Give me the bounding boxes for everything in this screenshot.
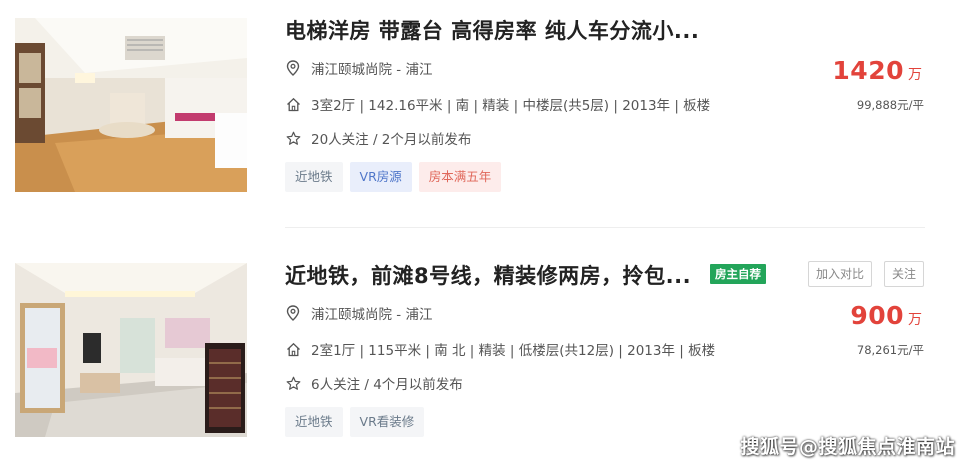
follow-text: 20人关注 / 2个月以前发布: [311, 132, 472, 148]
price-value: 900: [850, 301, 904, 330]
location-text: 浦江颐城尚院 - 浦江: [311, 62, 433, 78]
listing-title[interactable]: 电梯洋房 带露台 高得房率 纯人车分流小...: [285, 15, 699, 45]
listing-location[interactable]: 浦江颐城尚院 - 浦江: [285, 58, 432, 78]
follow-button[interactable]: 关注: [884, 261, 925, 287]
follow-text: 6人关注 / 4个月以前发布: [311, 377, 463, 393]
location-pin-icon: [285, 305, 301, 321]
price-unit: 万: [908, 67, 922, 83]
listing-title[interactable]: 近地铁，前滩8号线，精装修两房，拎包...: [285, 260, 691, 290]
listing-location[interactable]: 浦江颐城尚院 - 浦江: [285, 303, 432, 323]
tag-vr-renovation: VR看装修: [349, 407, 425, 437]
source-watermark: 搜狐号@搜狐焦点淮南站: [740, 436, 955, 458]
listing-follow: 6人关注 / 4个月以前发布: [285, 373, 463, 393]
location-text: 浦江颐城尚院 - 浦江: [311, 307, 433, 323]
tag-list: 近地铁 VR看装修: [285, 407, 425, 437]
location-pin-icon: [285, 60, 301, 76]
star-icon: [285, 375, 301, 391]
house-icon: [285, 96, 301, 112]
listing-info: 2室1厅 | 115平米 | 南 北 | 精装 | 低楼层(共12层) | 20…: [285, 339, 715, 359]
star-icon: [285, 130, 301, 146]
total-price: 1420 万: [832, 56, 922, 85]
price-value: 1420: [832, 56, 904, 85]
info-text: 2室1厅 | 115平米 | 南 北 | 精装 | 低楼层(共12层) | 20…: [311, 343, 716, 359]
tag-near-subway: 近地铁: [285, 407, 343, 437]
tag-near-subway: 近地铁: [285, 162, 343, 192]
owner-recommend-badge: 房主自荐: [710, 264, 766, 284]
add-compare-button[interactable]: 加入对比: [808, 261, 873, 287]
total-price: 900 万: [850, 301, 922, 330]
info-text: 3室2厅 | 142.16平米 | 南 | 精装 | 中楼层(共5层) | 20…: [311, 98, 711, 114]
tag-five-years: 房本满五年: [418, 162, 502, 192]
listing-follow: 20人关注 / 2个月以前发布: [285, 128, 471, 148]
unit-price: 99,888元/平: [856, 98, 924, 112]
house-icon: [285, 341, 301, 357]
price-unit: 万: [908, 312, 922, 328]
tag-list: 近地铁 VR房源 房本满五年: [285, 162, 502, 192]
unit-price: 78,261元/平: [856, 343, 924, 357]
listing-photo[interactable]: [15, 18, 247, 192]
listing-photo[interactable]: [15, 263, 247, 437]
tag-vr: VR房源: [349, 162, 412, 192]
listing-card[interactable]: 近地铁，前滩8号线，精装修两房，拎包... 房主自荐 加入对比 关注 浦江颐城尚…: [0, 245, 970, 445]
listing-card[interactable]: 电梯洋房 带露台 高得房率 纯人车分流小... 浦江颐城尚院 - 浦江 3室2厅…: [0, 0, 970, 228]
listing-info: 3室2厅 | 142.16平米 | 南 | 精装 | 中楼层(共5层) | 20…: [285, 94, 710, 114]
divider: [285, 227, 925, 228]
